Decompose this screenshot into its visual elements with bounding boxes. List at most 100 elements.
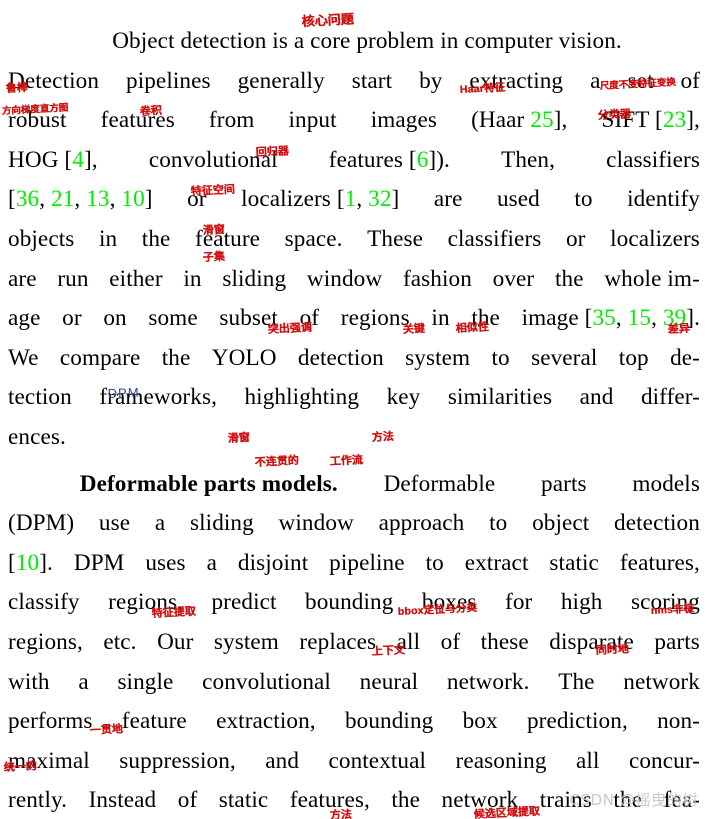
- line-text: set: [627, 67, 654, 94]
- line-text: SIFT [23],: [601, 107, 700, 134]
- line-text: differ-: [640, 384, 700, 411]
- line-text: boxes: [421, 589, 477, 616]
- line-text: etc.: [103, 628, 137, 655]
- line-text: convolutional: [202, 668, 331, 695]
- citation: 35: [592, 305, 616, 332]
- line-text: [10].: [8, 549, 53, 576]
- text-line: Object detection is a core problem in co…: [8, 22, 700, 62]
- line-text: classifiers: [447, 225, 542, 252]
- line-text: the: [161, 344, 191, 371]
- line-text: classifiers: [606, 146, 700, 173]
- line-text: pipelines: [126, 67, 211, 94]
- line-text: to: [491, 344, 510, 371]
- line-text: performs: [8, 708, 93, 735]
- line-text: non-: [657, 708, 700, 735]
- line-text: suppression,: [119, 747, 236, 774]
- line-text: start: [351, 67, 393, 94]
- text-line: We compare the YOLO detection system to several…: [8, 339, 700, 379]
- line-text: network.: [446, 668, 530, 695]
- paragraph-indent: [8, 465, 34, 505]
- line-text: sliding: [222, 265, 287, 292]
- text-line: age or on some subset of regions in the image [35…: [8, 299, 700, 339]
- line-text: a: [206, 549, 217, 576]
- line-text: contextual: [328, 747, 427, 774]
- citation: 10: [121, 186, 145, 213]
- line-text: localizers [1, 32]: [241, 186, 400, 213]
- line-text: used: [496, 186, 540, 213]
- paragraph-heading: Deformable parts models.: [79, 470, 338, 497]
- line-text: Object detection is a core problem in co…: [112, 28, 622, 54]
- citation: 15: [627, 305, 652, 332]
- text-line: (DPM) use a sliding window approach to object de…: [8, 504, 700, 544]
- line-text: localizers: [610, 225, 700, 252]
- text-line: Detection pipelines generally start by extrac…: [8, 62, 700, 102]
- line-text: concur-: [628, 747, 700, 774]
- text-line: maximal suppression, and contextual reasonin…: [8, 742, 700, 782]
- line-text: features,: [289, 787, 370, 814]
- line-text: features [6]).: [328, 146, 450, 173]
- citation: 32: [368, 186, 392, 213]
- line-text: (Haar 25],: [471, 107, 568, 134]
- line-text: use: [98, 510, 131, 537]
- text-line: tection frameworks, highlighting key similar…: [8, 378, 700, 418]
- text-line: Deformable parts models. Deformable parts m…: [8, 465, 700, 505]
- text-line: ences.: [8, 418, 700, 458]
- line-text: either: [109, 265, 163, 292]
- line-text: frameworks,: [99, 384, 217, 411]
- line-text: pipeline: [329, 549, 405, 576]
- line-text: tection: [8, 384, 72, 411]
- line-text: key: [386, 384, 421, 411]
- line-text: in: [98, 225, 118, 252]
- line-text: all: [396, 628, 421, 655]
- line-text: the: [141, 225, 171, 252]
- citation: 36: [15, 186, 40, 213]
- line-text: scoring: [630, 589, 700, 616]
- line-text: window: [306, 265, 383, 292]
- citation: 25: [530, 107, 554, 134]
- line-text: features,: [619, 549, 700, 576]
- line-text: in: [431, 305, 450, 332]
- line-text: feature: [121, 708, 187, 735]
- line-text: whole im-: [604, 265, 700, 292]
- line-text: robust: [8, 107, 67, 134]
- line-text: a: [78, 668, 89, 695]
- text-line: with a single convolutional neural network. Th…: [8, 663, 700, 703]
- line-text: (DPM): [8, 510, 75, 537]
- line-text: by: [419, 67, 443, 94]
- line-text: replaces: [299, 628, 377, 655]
- line-text: predict: [211, 589, 277, 616]
- line-text: system: [405, 344, 471, 371]
- line-text: several: [531, 344, 598, 371]
- line-text: uses: [145, 549, 186, 576]
- line-text: bounding: [344, 708, 434, 735]
- line-text: maximal: [8, 747, 90, 774]
- citation: 1: [344, 186, 357, 213]
- line-text: Deformable: [383, 470, 496, 497]
- line-text: generally: [237, 67, 325, 94]
- line-text: run: [57, 265, 89, 292]
- line-text: box: [462, 708, 498, 735]
- line-text: prediction,: [526, 708, 628, 735]
- line-text: single: [117, 668, 174, 695]
- line-text: Detection: [8, 67, 100, 94]
- paragraph-indent: [8, 22, 34, 62]
- line-text: of: [440, 628, 461, 655]
- line-text: extraction,: [216, 708, 316, 735]
- line-text: extracting: [469, 67, 564, 94]
- line-text: in: [183, 265, 202, 292]
- line-text: static: [549, 549, 599, 576]
- line-text: network: [623, 668, 700, 695]
- line-text: regions,: [8, 628, 83, 655]
- text-line: [10]. DPM uses a disjoint pipeline to extract st…: [8, 544, 700, 584]
- line-text: system: [213, 628, 279, 655]
- text-line: objects in the feature space. These classifier…: [8, 220, 700, 260]
- line-text: top: [618, 344, 649, 371]
- text-line: rently. Instead of static features, the networ…: [8, 781, 700, 819]
- text-line: [36, 21, 13, 10] or localizers [1, 32] are u…: [8, 180, 700, 220]
- line-text: feature: [195, 225, 261, 252]
- line-text: classify: [8, 589, 80, 616]
- line-text: static: [218, 787, 269, 814]
- line-text: highlighting: [244, 384, 360, 411]
- text-line: HOG [4], convolutional features [6]). Then,…: [8, 141, 700, 181]
- text-line: robust features from input images (Haar 25], S…: [8, 101, 700, 141]
